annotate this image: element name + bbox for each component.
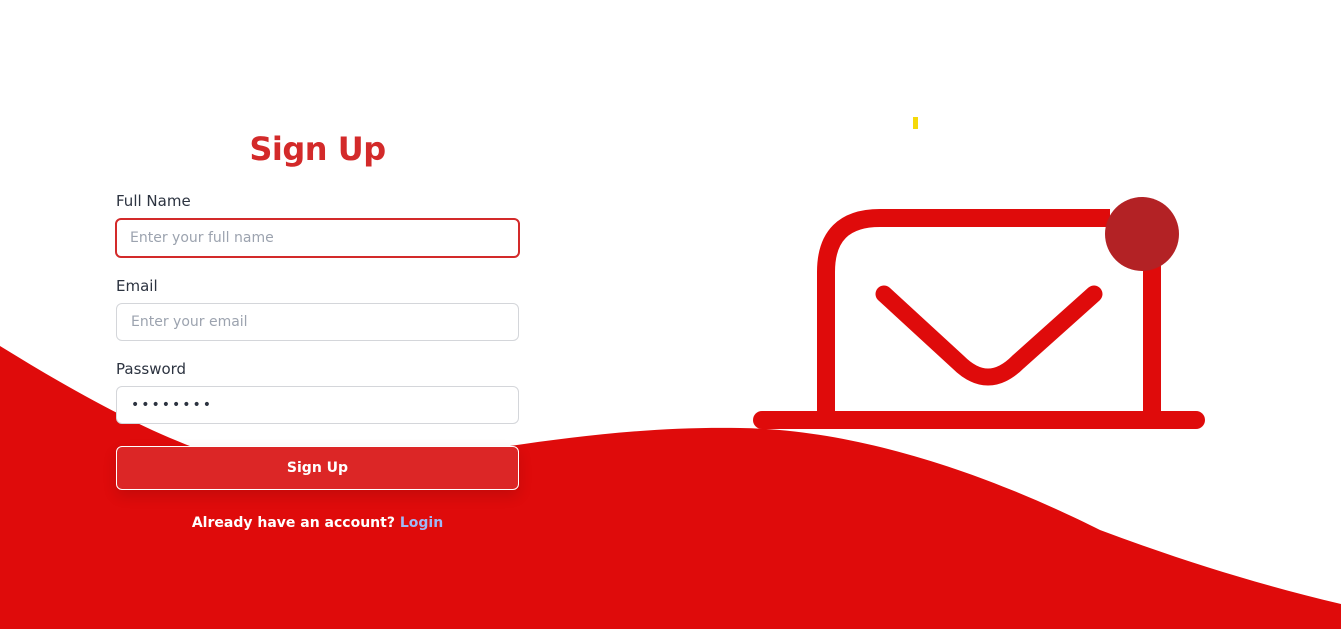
full-name-input[interactable] (115, 218, 520, 258)
password-label: Password (116, 360, 187, 378)
password-input[interactable] (116, 386, 519, 424)
login-prompt-text: Already have an account? (191, 515, 395, 531)
envelope-flap-icon (875, 285, 1103, 386)
login-link[interactable]: Login (400, 515, 443, 531)
notification-dot-icon (1105, 197, 1179, 271)
signup-form: Sign Up Full Name Email Password Sign Up… (115, 127, 520, 532)
signup-page: Sign Up Full Name Email Password Sign Up… (0, 0, 1341, 629)
login-prompt: Already have an account? Login (116, 514, 519, 532)
sign-up-button[interactable]: Sign Up (116, 446, 519, 490)
page-title: Sign Up (249, 130, 386, 168)
email-input[interactable] (116, 303, 519, 341)
email-label: Email (116, 277, 158, 295)
full-name-label: Full Name (116, 192, 191, 210)
yellow-mark (913, 117, 918, 129)
